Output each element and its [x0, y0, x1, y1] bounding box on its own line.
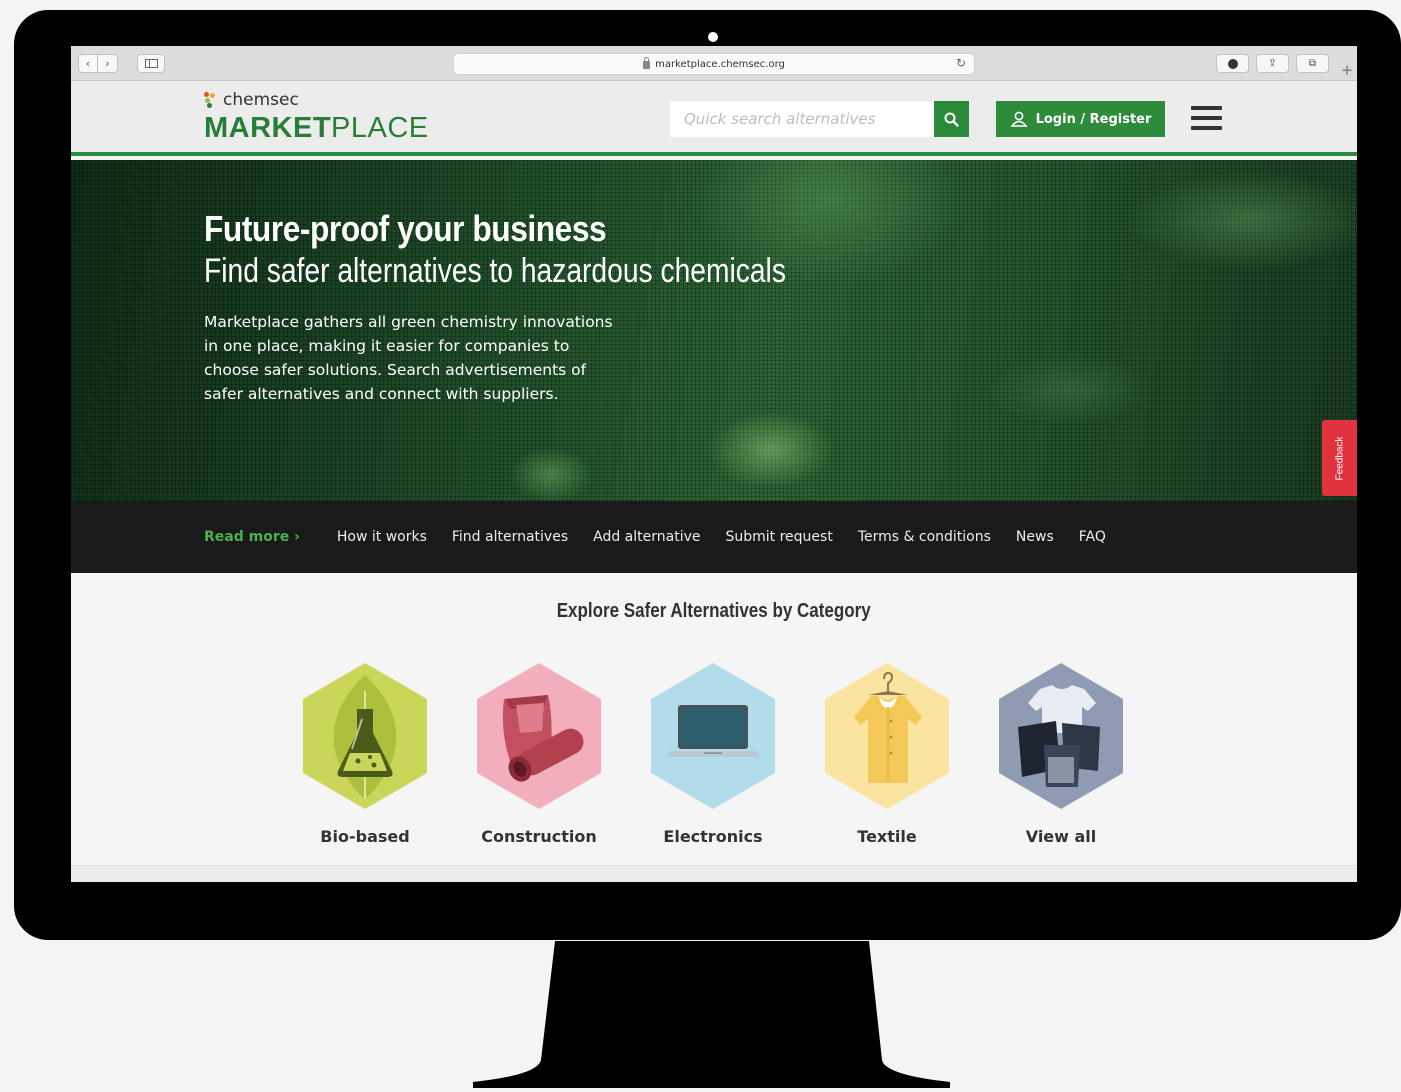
- category-heading-text: Explore Safer Alternatives by Category: [557, 600, 871, 622]
- login-register-button[interactable]: Login / Register: [996, 101, 1165, 137]
- brand-chemsec: chemsec: [223, 90, 299, 110]
- brand-bold: MARKET: [204, 112, 332, 144]
- nav-add-alternative[interactable]: Add alternative: [593, 529, 700, 545]
- login-label: Login / Register: [1035, 111, 1152, 127]
- flask-leaf-icon: [303, 663, 427, 809]
- nav-terms-conditions[interactable]: Terms & conditions: [858, 529, 991, 545]
- back-button[interactable]: ‹: [78, 54, 98, 73]
- secondary-nav: Read more › How it works Find alternativ…: [71, 501, 1357, 573]
- all-categories-icon: [999, 663, 1123, 809]
- nav-how-it-works[interactable]: How it works: [337, 529, 427, 545]
- tabs-overview-button[interactable]: ⧉: [1296, 54, 1329, 73]
- download-icon: [1227, 58, 1238, 69]
- history-buttons: ‹ ›: [78, 54, 118, 73]
- category-heading: Explore Safer Alternatives by Category: [71, 600, 1357, 623]
- screen: ‹ › marketplace.chemsec.org ↻ ⇪ ⧉ + chem…: [71, 46, 1357, 882]
- forward-button[interactable]: ›: [98, 54, 118, 73]
- user-icon: [1009, 111, 1028, 127]
- category-label: Bio-based: [320, 827, 410, 846]
- feedback-tab[interactable]: Feedback: [1322, 420, 1357, 496]
- url-text: marketplace.chemsec.org: [655, 58, 785, 70]
- brand-light: PLACE: [331, 112, 429, 144]
- search-icon: [944, 112, 959, 127]
- chemsec-logo-icon: [204, 92, 220, 108]
- nav-submit-request[interactable]: Submit request: [726, 529, 833, 545]
- tabs-icon: ⧉: [1308, 58, 1317, 69]
- category-bio-based[interactable]: Bio-based: [300, 661, 430, 861]
- browser-toolbar: ‹ › marketplace.chemsec.org ↻ ⇪ ⧉ +: [71, 46, 1357, 81]
- category-label: View all: [1025, 827, 1097, 846]
- menu-bar: [1191, 126, 1222, 130]
- share-button[interactable]: ⇪: [1256, 54, 1289, 73]
- nav-faq[interactable]: FAQ: [1079, 529, 1106, 545]
- new-tab-button[interactable]: +: [1337, 59, 1357, 81]
- laptop-icon: [651, 663, 775, 809]
- site-logo[interactable]: chemsec MARKETPLACE: [204, 90, 429, 145]
- brand-marketplace: MARKETPLACE: [204, 112, 429, 145]
- address-bar[interactable]: marketplace.chemsec.org ↻: [453, 53, 975, 75]
- read-more-link[interactable]: Read more ›: [204, 529, 300, 545]
- feedback-label: Feedback: [1334, 436, 1346, 480]
- nav-news[interactable]: News: [1016, 529, 1054, 545]
- hero-subtitle: Find safer alternatives to hazardous che…: [204, 252, 786, 290]
- category-label: Construction: [481, 827, 597, 846]
- site-header: chemsec MARKETPLACE Login / Register: [71, 81, 1357, 156]
- pipe-bag-icon: [477, 663, 601, 809]
- nav-find-alternatives[interactable]: Find alternatives: [452, 529, 568, 545]
- category-textile[interactable]: Textile: [822, 661, 952, 861]
- category-label: Textile: [857, 827, 917, 846]
- hero-description: Marketplace gathers all green chemistry …: [204, 313, 613, 403]
- quick-search-input[interactable]: [670, 101, 934, 137]
- sidebar-toggle-button[interactable]: [137, 54, 165, 73]
- category-section: Explore Safer Alternatives by Category B…: [71, 573, 1357, 865]
- category-construction[interactable]: Construction: [474, 661, 604, 861]
- downloads-button[interactable]: [1216, 54, 1249, 73]
- category-label: Electronics: [663, 827, 763, 846]
- sidebar-icon: [144, 59, 158, 68]
- category-electronics[interactable]: Electronics: [648, 661, 778, 861]
- share-icon: ⇪: [1268, 58, 1277, 69]
- shirt-icon: [825, 663, 949, 809]
- toolbar-right-buttons: ⇪ ⧉: [1216, 54, 1329, 73]
- menu-icon[interactable]: [1191, 106, 1222, 130]
- forward-arrow-icon: ›: [105, 57, 110, 70]
- search-button[interactable]: [934, 101, 969, 137]
- page-bottom-strip: [71, 865, 1357, 882]
- menu-bar: [1191, 116, 1222, 120]
- hero-title: Future-proof your business: [204, 208, 607, 249]
- lock-icon: [643, 57, 651, 69]
- logo-top-row: chemsec: [204, 90, 429, 110]
- category-view-all[interactable]: View all: [996, 661, 1126, 861]
- reload-icon[interactable]: ↻: [956, 56, 966, 70]
- back-arrow-icon: ‹: [85, 57, 91, 70]
- menu-bar: [1191, 106, 1222, 110]
- hero-banner: Future-proof your business Find safer al…: [71, 160, 1357, 501]
